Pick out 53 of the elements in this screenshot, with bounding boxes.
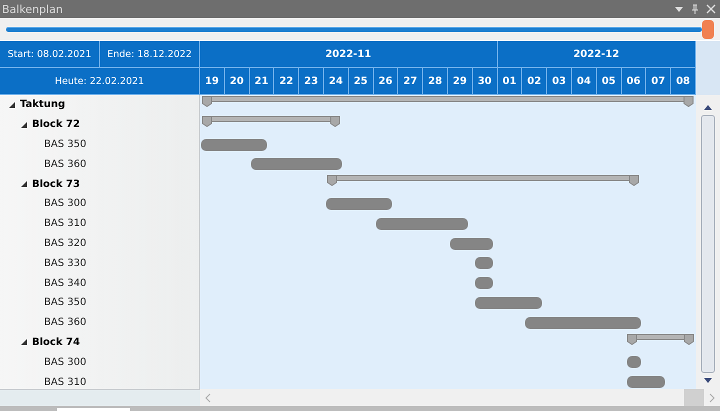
summary-bar[interactable] [202,95,694,107]
summary-bar[interactable] [326,174,639,186]
task-bar[interactable] [524,316,642,329]
horizontal-scrollbar[interactable] [200,389,720,406]
tree-item[interactable]: BAS 350 [44,297,86,308]
task-bar[interactable] [475,277,493,290]
tree-item[interactable]: BAS 320 [44,238,86,249]
scroll-down-icon[interactable] [703,377,713,385]
task-bar[interactable] [251,158,342,170]
scroll-up-icon[interactable] [703,103,713,111]
task-bar[interactable] [326,198,392,210]
tree-item[interactable]: BAS 300 [44,356,86,368]
tree-item[interactable]: BAS 300 [44,198,86,210]
tree-item[interactable]: BAS 340 [44,278,86,289]
zoom-slider[interactable] [6,20,714,38]
task-bar[interactable] [475,296,542,309]
summary-bar[interactable] [626,332,694,345]
tree-item[interactable]: BAS 350 [44,138,86,150]
pin-icon[interactable] [690,4,700,14]
start-date: Start: 08.02.2021 [0,41,100,68]
month-header: 2022-11 [200,41,498,68]
expand-arrow-icon[interactable] [20,338,28,346]
task-bar[interactable] [475,257,493,270]
vertical-scrollbar[interactable] [696,95,720,389]
expand-arrow-icon[interactable] [20,180,28,188]
task-bar[interactable] [626,356,642,368]
expand-arrow-icon[interactable] [20,120,28,129]
tree-item[interactable]: BAS 310 [44,376,86,388]
tree-item[interactable]: Block 74 [32,336,80,348]
scrollbar-thumb[interactable] [701,115,715,373]
tree-item[interactable]: BAS 360 [44,317,86,328]
task-bar[interactable] [450,238,493,250]
tree-item[interactable]: Block 73 [32,178,80,190]
scroll-left-icon[interactable] [204,392,212,402]
scrollbar-thumb[interactable] [684,389,704,406]
scroll-right-icon[interactable] [708,392,716,402]
close-icon[interactable] [706,4,716,14]
task-bar[interactable] [376,218,468,230]
slider-thumb[interactable] [702,20,714,38]
end-date: Ende: 18.12.2022 [100,41,200,68]
tree-item[interactable]: Taktung [20,99,66,110]
task-bar[interactable] [626,376,665,388]
month-header: 2022-12 [498,41,696,68]
tree-item[interactable]: BAS 310 [44,218,86,230]
summary-bar[interactable] [202,114,340,127]
tree-item[interactable]: BAS 360 [44,158,86,170]
tree-item[interactable]: BAS 330 [44,258,86,269]
dropdown-icon[interactable] [674,4,684,14]
window-title: Balkenplan [2,2,63,16]
task-bar[interactable] [200,138,267,151]
header-corner [696,41,720,95]
tree-item[interactable]: Block 72 [32,119,80,130]
expand-arrow-icon[interactable] [8,100,16,109]
